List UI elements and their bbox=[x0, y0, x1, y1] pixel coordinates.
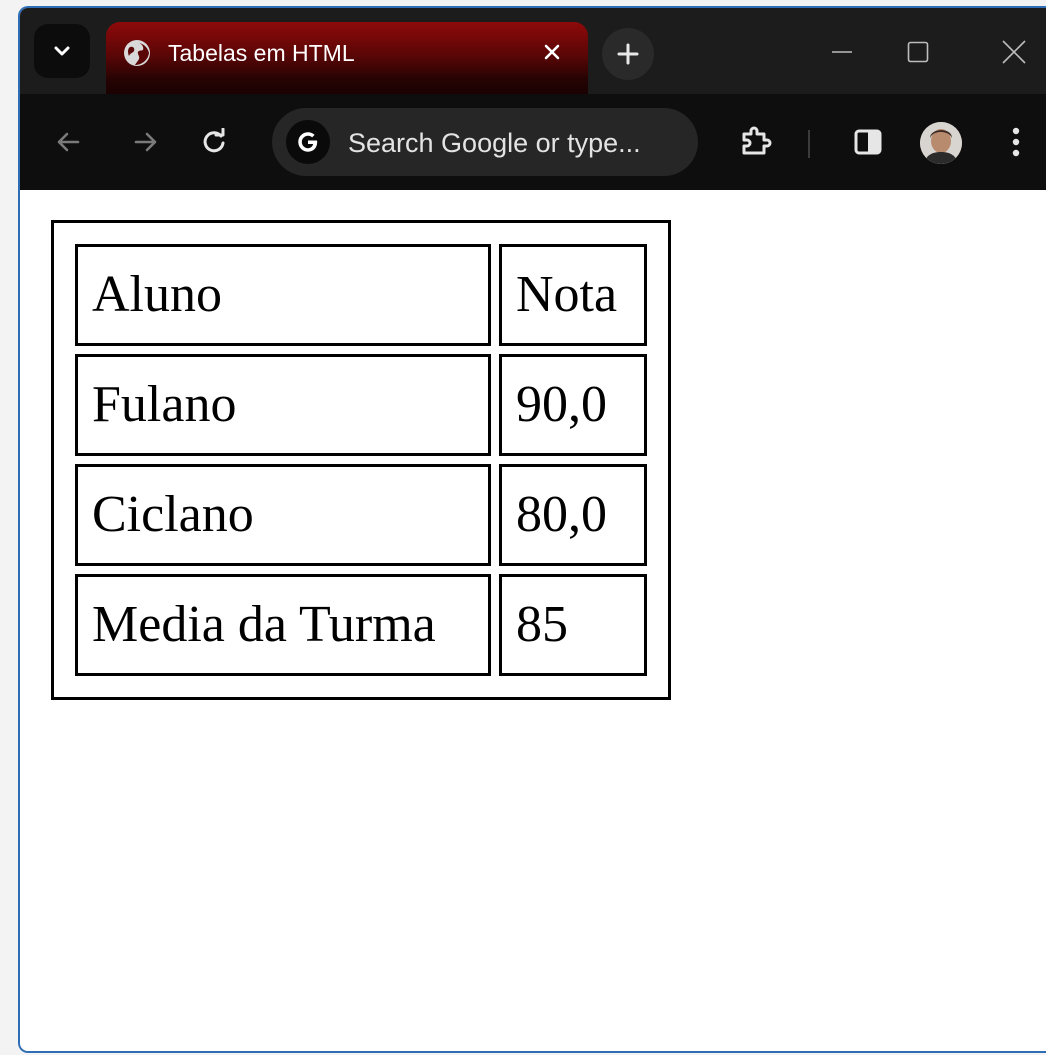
table-cell-grade: 80,0 bbox=[499, 464, 647, 566]
close-icon bbox=[1001, 39, 1027, 65]
side-panel-button[interactable] bbox=[844, 118, 892, 166]
header-cell-nota: Nota bbox=[499, 244, 647, 346]
tab-strip: Tabelas em HTML bbox=[20, 8, 1046, 94]
grades-table: Aluno Nota Fulano 90,0 Ciclano 80,0 Medi… bbox=[51, 220, 671, 700]
tab-title: Tabelas em HTML bbox=[168, 40, 355, 66]
table-cell-name: Media da Turma bbox=[75, 574, 491, 676]
address-bar-placeholder: Search Google or type... bbox=[348, 128, 641, 158]
extensions-button[interactable] bbox=[732, 118, 780, 166]
minimize-icon bbox=[830, 40, 854, 64]
arrow-right-icon bbox=[133, 129, 159, 155]
plus-icon bbox=[617, 43, 639, 65]
close-tab-icon[interactable] bbox=[536, 36, 568, 68]
table-row: Media da Turma 85 bbox=[75, 574, 647, 676]
table-cell-grade: 85 bbox=[499, 574, 647, 676]
table-cell-name: Fulano bbox=[75, 354, 491, 456]
toolbar-separator bbox=[808, 130, 810, 158]
back-button[interactable] bbox=[44, 118, 92, 166]
google-icon bbox=[286, 120, 330, 164]
arrow-left-icon bbox=[55, 129, 81, 155]
forward-button[interactable] bbox=[122, 118, 170, 166]
side-panel-icon bbox=[853, 127, 883, 157]
tab-active[interactable]: Tabelas em HTML bbox=[106, 22, 588, 94]
table-header-row: Aluno Nota bbox=[75, 244, 647, 346]
page-viewport: Aluno Nota Fulano 90,0 Ciclano 80,0 Medi… bbox=[20, 190, 1046, 1051]
maximize-button[interactable] bbox=[892, 28, 944, 76]
reload-button[interactable] bbox=[190, 118, 238, 166]
new-tab-button[interactable] bbox=[602, 28, 654, 80]
maximize-icon bbox=[906, 40, 930, 64]
table-cell-name: Ciclano bbox=[75, 464, 491, 566]
profile-avatar[interactable] bbox=[920, 122, 962, 164]
tab-search-button[interactable] bbox=[34, 24, 90, 78]
minimize-button[interactable] bbox=[816, 28, 868, 76]
browser-toolbar: Search Google or type... bbox=[20, 94, 1046, 191]
close-window-button[interactable] bbox=[988, 28, 1040, 76]
more-vert-icon bbox=[1011, 126, 1021, 158]
address-bar[interactable]: Search Google or type... bbox=[272, 108, 698, 176]
menu-button[interactable] bbox=[992, 118, 1040, 166]
puzzle-icon bbox=[739, 125, 773, 159]
reload-icon bbox=[200, 128, 228, 156]
table-row: Fulano 90,0 bbox=[75, 354, 647, 456]
chevron-down-icon bbox=[52, 41, 72, 61]
browser-window: Tabelas em HTML Search Google or type...… bbox=[18, 6, 1046, 1053]
header-cell-aluno: Aluno bbox=[75, 244, 491, 346]
table-cell-grade: 90,0 bbox=[499, 354, 647, 456]
globe-icon bbox=[122, 38, 152, 68]
table-row: Ciclano 80,0 bbox=[75, 464, 647, 566]
